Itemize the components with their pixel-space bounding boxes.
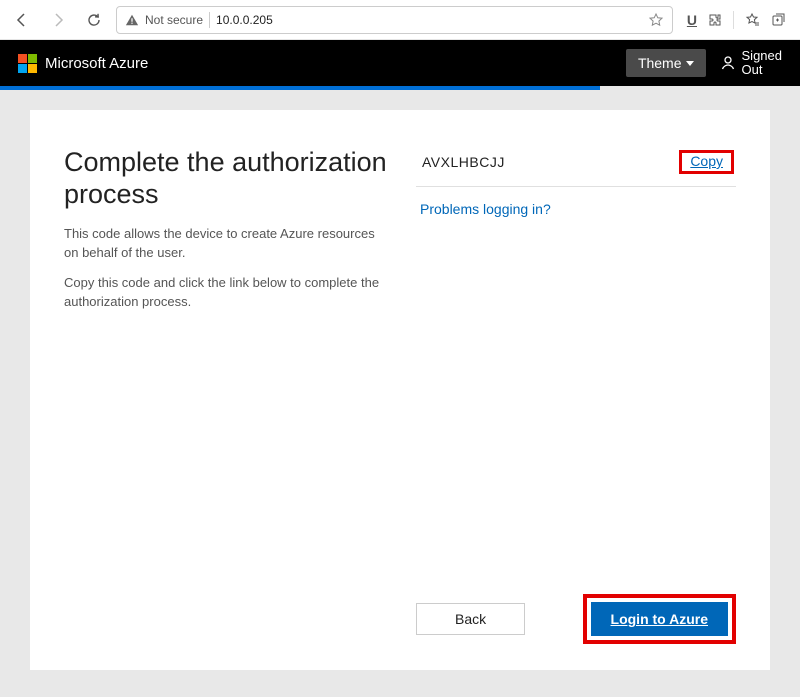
- description-1: This code allows the device to create Az…: [64, 225, 388, 263]
- collections-icon[interactable]: [770, 12, 786, 28]
- ext-icon-puzzle[interactable]: [707, 12, 723, 28]
- code-row: AVXLHBCJJ Copy: [416, 146, 736, 187]
- login-to-azure-button[interactable]: Login to Azure: [591, 602, 728, 636]
- signin-line1: Signed: [742, 49, 782, 63]
- url-text: 10.0.0.205: [216, 13, 273, 27]
- copy-highlight: Copy: [679, 150, 734, 174]
- browser-toolbar: Not secure 10.0.0.205 U: [0, 0, 800, 40]
- right-column: AVXLHBCJJ Copy Problems logging in? Back…: [416, 146, 736, 644]
- footer-row: Back Login to Azure: [416, 594, 736, 644]
- login-highlight: Login to Azure: [583, 594, 736, 644]
- security-label: Not secure: [145, 13, 203, 27]
- device-code: AVXLHBCJJ: [422, 154, 505, 170]
- ext-icon-1[interactable]: U: [687, 12, 697, 28]
- browser-extensions: U: [681, 11, 792, 29]
- refresh-icon[interactable]: [80, 6, 108, 34]
- person-icon: [720, 55, 736, 71]
- page-body: Microsoft Azure Theme Signed Out Complet…: [0, 40, 800, 697]
- theme-dropdown[interactable]: Theme: [626, 49, 706, 77]
- chevron-down-icon: [686, 61, 694, 66]
- forward-nav-icon[interactable]: [44, 6, 72, 34]
- problems-link[interactable]: Problems logging in?: [416, 187, 736, 231]
- description-2: Copy this code and click the link below …: [64, 274, 388, 312]
- signin-line2: Out: [742, 63, 782, 77]
- loading-progress: [0, 86, 800, 90]
- azure-header: Microsoft Azure Theme Signed Out: [0, 40, 800, 86]
- address-bar[interactable]: Not secure 10.0.0.205: [116, 6, 673, 34]
- back-nav-icon[interactable]: [8, 6, 36, 34]
- favorites-list-icon[interactable]: [744, 12, 760, 28]
- left-column: Complete the authorization process This …: [64, 146, 388, 644]
- copy-link[interactable]: Copy: [682, 149, 731, 173]
- back-button[interactable]: Back: [416, 603, 525, 635]
- warning-icon: [125, 13, 139, 27]
- microsoft-logo-icon: [18, 54, 37, 73]
- ext-separator: [733, 11, 734, 29]
- brand-text: Microsoft Azure: [45, 55, 148, 72]
- theme-label: Theme: [638, 55, 682, 71]
- content-card: Complete the authorization process This …: [30, 110, 770, 670]
- user-status[interactable]: Signed Out: [720, 49, 782, 78]
- favorite-icon[interactable]: [648, 12, 664, 28]
- azure-brand[interactable]: Microsoft Azure: [18, 54, 148, 73]
- page-title: Complete the authorization process: [64, 146, 388, 211]
- addr-separator: [209, 12, 210, 28]
